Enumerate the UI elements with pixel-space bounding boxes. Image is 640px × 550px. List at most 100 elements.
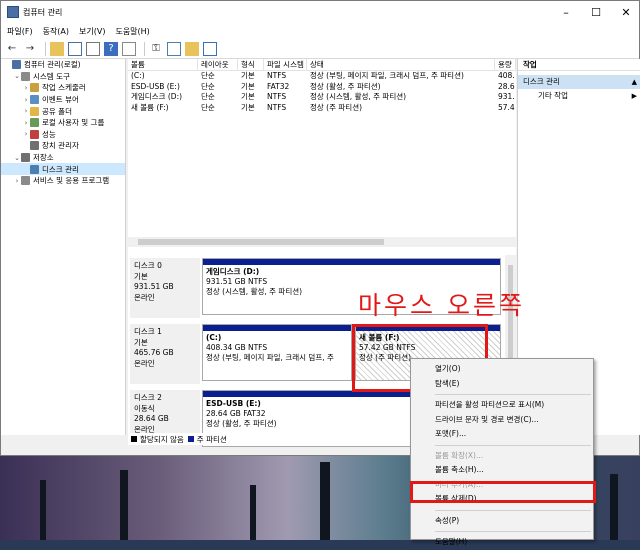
action-label: 디스크 관리 (523, 77, 560, 86)
cell-status: 정상 (부팅, 페이지 파일, 크래시 덤프, 주 파티션) (310, 71, 464, 80)
column-header-filesystem[interactable]: 파일 시스템 (264, 59, 307, 70)
close-button[interactable]: ✕ (611, 1, 640, 23)
tree-item[interactable]: › 이벤트 뷰어 (1, 94, 125, 106)
wallpaper-tree (250, 485, 256, 540)
view-icon[interactable] (203, 41, 217, 56)
context-menu-item[interactable]: 열기(O) (411, 362, 593, 377)
menu-item[interactable]: 보기(V) (79, 26, 105, 37)
cell-status: 정상 (주 파티션) (310, 102, 363, 112)
context-menu-item[interactable]: 도움말(H) (411, 535, 593, 550)
show-hide-tree-icon[interactable] (68, 41, 82, 56)
table-row[interactable]: ESD-USB (E:) 단순 기본 FAT32 정상 (활성, 주 파티션) 28.6 (128, 82, 516, 93)
menu-item[interactable]: 파일(F) (7, 26, 33, 37)
expand-arrow-icon[interactable]: › (22, 96, 30, 104)
expand-arrow-icon[interactable]: ⌄ (13, 72, 21, 80)
folder-icon[interactable] (185, 41, 199, 56)
legend-swatch-primary (187, 436, 194, 442)
expand-arrow-icon[interactable]: ⌄ (13, 154, 21, 162)
tree-item[interactable]: ⌄ 시스템 도구 (1, 71, 125, 83)
expand-arrow-icon[interactable]: › (22, 107, 30, 115)
tree-item-label: 시스템 도구 (33, 71, 70, 81)
tree-item[interactable]: › 서비스 및 응용 프로그램 (1, 175, 125, 187)
maximize-button[interactable]: ☐ (581, 1, 611, 23)
cell-status: 정상 (시스템, 활성, 주 파티션) (310, 92, 407, 101)
context-menu-item[interactable]: 속성(P) (411, 514, 593, 529)
tree-node-icon (30, 118, 39, 128)
context-menu-item[interactable]: 볼륨 축소(H)... (411, 463, 593, 478)
table-row[interactable]: 게임디스크 (D:) 단순 기본 NTFS 정상 (시스템, 활성, 주 파티션) 931… (128, 92, 516, 103)
minimize-button[interactable]: – (551, 1, 581, 23)
volume-table-header: 볼륨 레이아웃 형식 파일 시스템 상태 용량 (128, 59, 516, 71)
tree-node-icon (30, 95, 39, 105)
expand-arrow-icon[interactable]: › (22, 119, 30, 127)
tree-node-icon (30, 83, 39, 93)
partition-name: (C:) (206, 333, 222, 342)
disk-name: 디스크 2 (134, 393, 162, 402)
menu-separator (435, 531, 591, 532)
context-menu-item[interactable]: 파티션을 활성 파티션으로 표시(M) (411, 398, 593, 413)
forward-arrow-icon[interactable]: → (23, 42, 37, 56)
column-header-type[interactable]: 형식 (238, 59, 264, 70)
cell-layout: 단순 (201, 92, 215, 101)
tree-item[interactable]: 컴퓨터 관리(로컬) (1, 59, 125, 71)
toolbar: ← → ? ⚿ (1, 39, 639, 59)
disk-label[interactable]: 디스크 1 기본 465.76 GB 온라인 (130, 324, 200, 384)
cell-volume: 게임디스크 (D:) (131, 92, 183, 101)
tree-item[interactable]: ⌄ 저장소 (1, 152, 125, 164)
cell-capacity: 28.6 (498, 81, 515, 91)
tree-item-label: 이벤트 뷰어 (42, 95, 79, 105)
connect-icon[interactable] (122, 41, 136, 56)
cell-status: 정상 (활성, 주 파티션) (310, 81, 381, 91)
tree-item[interactable]: › 작업 스케줄러 (1, 82, 125, 94)
cell-volume: ESD-USB (E:) (131, 81, 180, 91)
menu-item[interactable]: 동작(A) (43, 26, 69, 37)
expand-arrow-icon[interactable]: › (22, 130, 30, 138)
menu-item[interactable]: 도움말(H) (115, 26, 149, 37)
highlight-box-delete-volume (410, 481, 596, 503)
help-icon[interactable]: ? (104, 41, 118, 56)
partition-block[interactable]: (C:) 408.34 GB NTFS 정상 (부팅, 페이지 파일, 크래시 덤프… (202, 324, 352, 381)
cell-type: 기본 (241, 92, 255, 101)
column-header-capacity[interactable]: 용량 (495, 59, 516, 70)
expand-arrow-icon[interactable]: › (13, 177, 21, 185)
action-more-actions[interactable]: 기타 작업 ▶ (518, 89, 640, 103)
key-icon[interactable]: ⚿ (149, 42, 163, 56)
cell-filesystem: FAT32 (267, 81, 290, 91)
tree-item[interactable]: 디스크 관리 (1, 163, 125, 175)
tree-node-icon (21, 176, 30, 186)
tree-item[interactable]: 장치 관리자 (1, 140, 125, 152)
back-arrow-icon[interactable]: ← (5, 42, 19, 56)
cell-capacity: 408. (498, 71, 515, 80)
column-header-layout[interactable]: 레이아웃 (198, 59, 238, 70)
context-menu-item: 볼륨 확장(X)... (435, 450, 484, 460)
computer-management-icon (7, 6, 19, 18)
cell-filesystem: NTFS (267, 71, 287, 80)
up-folder-icon[interactable] (50, 41, 64, 56)
toolbar-separator (144, 41, 145, 56)
tree-item-label: 저장소 (33, 153, 54, 163)
column-header-volume[interactable]: 볼륨 (128, 59, 198, 70)
horizontal-scrollbar[interactable] (128, 237, 516, 247)
context-menu-item[interactable]: 탐색(E) (411, 377, 593, 392)
annotation-text: 마우스 오른쪽 (358, 291, 525, 320)
expand-arrow-icon[interactable]: › (22, 84, 30, 92)
context-menu-item[interactable]: 드라이브 문자 및 경로 변경(C)... (411, 413, 593, 428)
action-disk-management[interactable]: 디스크 관리 ▲ (518, 75, 640, 89)
title-bar[interactable]: 컴퓨터 관리 – ☐ ✕ (1, 1, 639, 23)
tree-item[interactable]: › 성능 (1, 129, 125, 141)
checklist-icon[interactable] (167, 41, 181, 56)
tree-item-label: 성능 (42, 129, 56, 139)
table-row[interactable]: 새 볼륨 (F:) 단순 기본 NTFS 정상 (주 파티션) 57.4 (128, 103, 516, 114)
properties-icon[interactable] (86, 41, 100, 56)
scrollbar-thumb[interactable] (138, 239, 384, 245)
disk-info: 온라인 (134, 292, 155, 302)
partition-name: 게임디스크 (D:) (206, 267, 260, 276)
legend-swatch-unallocated (131, 436, 137, 442)
disk-label[interactable]: 디스크 0 기본 931.51 GB 온라인 (130, 258, 200, 318)
column-header-status[interactable]: 상태 (307, 59, 495, 70)
tree-item[interactable]: › 공유 폴더 (1, 105, 125, 117)
context-menu-item[interactable]: 포맷(F)... (411, 427, 593, 442)
disk-info: 931.51 GB (134, 282, 174, 291)
table-row[interactable]: (C:) 단순 기본 NTFS 정상 (부팅, 페이지 파일, 크래시 덤프, 주 파티… (128, 71, 516, 82)
tree-item[interactable]: › 로컬 사용자 및 그룹 (1, 117, 125, 129)
